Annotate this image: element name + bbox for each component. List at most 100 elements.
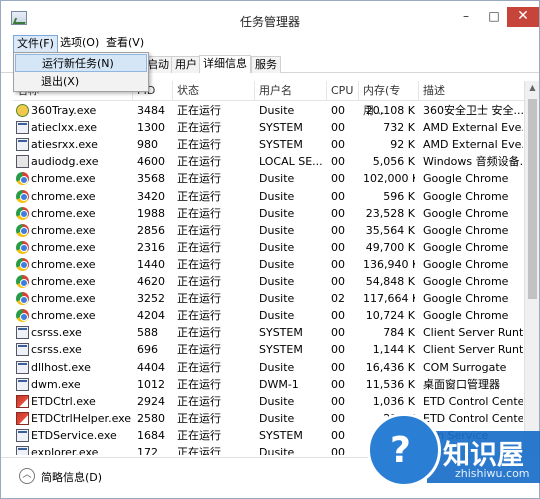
table-row[interactable]: ETDCtrl.exe 2924 正在运行 Dusite 00 1,036 K ETD Co… <box>13 393 525 410</box>
cell-description: Google Chrome <box>423 275 509 288</box>
column-header-memory[interactable]: 内存(专用... <box>359 81 419 117</box>
column-header-cpu[interactable]: CPU <box>327 81 359 101</box>
vertical-scrollbar[interactable]: ▲ <box>524 81 539 455</box>
table-row[interactable]: chrome.exe 4204 正在运行 Dusite 00 10,724 K Google… <box>13 307 525 324</box>
cell-user: Dusite <box>259 309 295 323</box>
minimize-button[interactable]: – <box>453 7 479 27</box>
cell-cpu: 00 <box>331 172 345 186</box>
cell-name: atieclxx.exe <box>31 121 98 135</box>
menu-item-run-new-task[interactable]: 运行新任务(N) <box>15 54 147 72</box>
cell-user: SYSTEM <box>259 343 303 357</box>
cell-pid: 3252 <box>137 292 165 306</box>
table-row[interactable]: chrome.exe 3420 正在运行 Dusite 00 596 K Google Ch… <box>13 188 525 205</box>
table-row[interactable]: atiesrxx.exe 980 正在运行 SYSTEM 00 92 K AMD Exter… <box>13 136 525 153</box>
table-row[interactable]: chrome.exe 1988 正在运行 Dusite 00 23,528 K Google… <box>13 205 525 222</box>
chrome-icon <box>16 206 29 220</box>
table-row[interactable]: 360Tray.exe 3484 正在运行 Dusite 00 20,108 K 360安全… <box>13 102 525 119</box>
cell-status: 正在运行 <box>177 343 221 357</box>
cell-name: csrss.exe <box>31 326 82 340</box>
table-row[interactable]: csrss.exe 696 正在运行 SYSTEM 00 1,144 K Client Se… <box>13 341 525 358</box>
cell-cpu: 00 <box>331 377 345 391</box>
column-header-user[interactable]: 用户名 <box>255 81 327 101</box>
cell-user: Dusite <box>259 360 295 374</box>
table-row[interactable]: chrome.exe 3252 正在运行 Dusite 02 117,664 K Googl… <box>13 290 525 307</box>
cell-memory: 54,848 K <box>365 275 415 288</box>
cell-description: Google Chrome <box>423 292 509 306</box>
cell-user: Dusite <box>259 104 295 117</box>
cell-cpu: 00 <box>331 189 345 203</box>
tray-app-icon <box>16 104 29 117</box>
cell-description: Google Chrome <box>423 257 509 271</box>
window-app-icon <box>16 121 29 135</box>
chrome-icon <box>16 292 29 306</box>
cell-pid: 1988 <box>137 206 165 220</box>
fewer-details-link[interactable]: 简略信息(D) <box>41 469 102 485</box>
cell-user: LOCAL SE... <box>259 155 323 169</box>
chevron-up-icon[interactable]: ︿ <box>19 468 35 484</box>
cell-description: COM Surrogate <box>423 360 507 374</box>
etd-app-icon <box>16 411 29 425</box>
cell-user: Dusite <box>259 394 295 408</box>
watermark-domain: zhishiwu.com <box>455 467 530 480</box>
column-header-status[interactable]: 状态 <box>173 81 255 101</box>
cell-name: ETDCtrl.exe <box>31 394 96 408</box>
chrome-icon <box>16 240 29 254</box>
menu-options[interactable]: 选项(O) <box>57 35 102 53</box>
cell-user: Dusite <box>259 257 295 271</box>
cell-user: SYSTEM <box>259 138 303 152</box>
chrome-icon <box>16 257 29 271</box>
cell-status: 正在运行 <box>177 104 221 117</box>
table-row[interactable]: chrome.exe 4620 正在运行 Dusite 00 54,848 K Google… <box>13 273 525 290</box>
cell-description: Google Chrome <box>423 189 509 203</box>
window-app-icon <box>16 343 29 357</box>
title-bar: 任务管理器 – □ ✕ <box>1 1 539 35</box>
cell-status: 正在运行 <box>177 394 221 408</box>
menu-view[interactable]: 查看(V) <box>103 35 147 53</box>
table-row[interactable]: chrome.exe 2316 正在运行 Dusite 00 49,700 K Google… <box>13 239 525 256</box>
table-row[interactable]: audiodg.exe 4600 正在运行 LOCAL SE... 00 5,056 K W… <box>13 153 525 170</box>
cell-cpu: 00 <box>331 394 345 408</box>
window-app-icon <box>16 446 29 455</box>
menu-bar: 文件(F) 选项(O) 查看(V) <box>1 35 539 53</box>
scroll-up-arrow-icon[interactable]: ▲ <box>525 83 540 92</box>
table-row[interactable]: dllhost.exe 4404 正在运行 Dusite 00 16,436 K COM S… <box>13 359 525 376</box>
cell-cpu: 00 <box>331 206 345 220</box>
cell-memory: 49,700 K <box>365 240 415 254</box>
menu-item-exit[interactable]: 退出(X) <box>15 73 147 91</box>
cell-user: DWM-1 <box>259 377 299 391</box>
cell-user: Dusite <box>259 189 295 203</box>
cell-name: ETDService.exe <box>31 428 117 442</box>
tab-details[interactable]: 详细信息 <box>199 55 251 73</box>
table-row[interactable]: chrome.exe 2856 正在运行 Dusite 00 35,564 K Google… <box>13 222 525 239</box>
column-header-description[interactable]: 描述 <box>419 81 525 101</box>
cell-user: Dusite <box>259 206 295 220</box>
cell-status: 正在运行 <box>177 240 221 254</box>
table-row[interactable]: chrome.exe 1440 正在运行 Dusite 00 136,940 K Googl… <box>13 256 525 273</box>
cell-cpu: 00 <box>331 257 345 271</box>
cell-user: Dusite <box>259 292 295 306</box>
cell-status: 正在运行 <box>177 309 221 323</box>
window-app-icon <box>16 428 29 442</box>
cell-description: Google Chrome <box>423 223 509 237</box>
cell-user: Dusite <box>259 411 295 425</box>
cell-status: 正在运行 <box>177 257 221 271</box>
scrollbar-thumb[interactable] <box>528 99 537 299</box>
table-row[interactable]: csrss.exe 588 正在运行 SYSTEM 00 784 K Client Serv… <box>13 324 525 341</box>
cell-pid: 4404 <box>137 360 165 374</box>
close-button[interactable]: ✕ <box>507 7 539 27</box>
cell-description: Google Chrome <box>423 240 509 254</box>
cell-name: chrome.exe <box>31 189 96 203</box>
cell-memory: 784 K <box>383 326 415 340</box>
table-row[interactable]: chrome.exe 3568 正在运行 Dusite 00 102,000 K Googl… <box>13 170 525 187</box>
cell-pid: 980 <box>137 138 158 152</box>
cell-description: Windows 音频设备... <box>423 155 523 169</box>
maximize-button[interactable]: □ <box>481 7 507 27</box>
table-row[interactable]: dwm.exe 1012 正在运行 DWM-1 00 11,536 K 桌面窗口管理器 <box>13 376 525 393</box>
process-details-table: 名称 PID 状态 用户名 CPU 内存(专用... 描述 360Tray.ex… <box>13 81 525 455</box>
cell-name: audiodg.exe <box>31 155 99 169</box>
table-row[interactable]: atieclxx.exe 1300 正在运行 SYSTEM 00 732 K AMD Ext… <box>13 119 525 136</box>
audio-app-icon <box>16 155 29 169</box>
tab-users[interactable]: 用户 <box>171 56 201 73</box>
tab-services[interactable]: 服务 <box>251 56 281 73</box>
menu-file[interactable]: 文件(F) <box>13 35 58 53</box>
